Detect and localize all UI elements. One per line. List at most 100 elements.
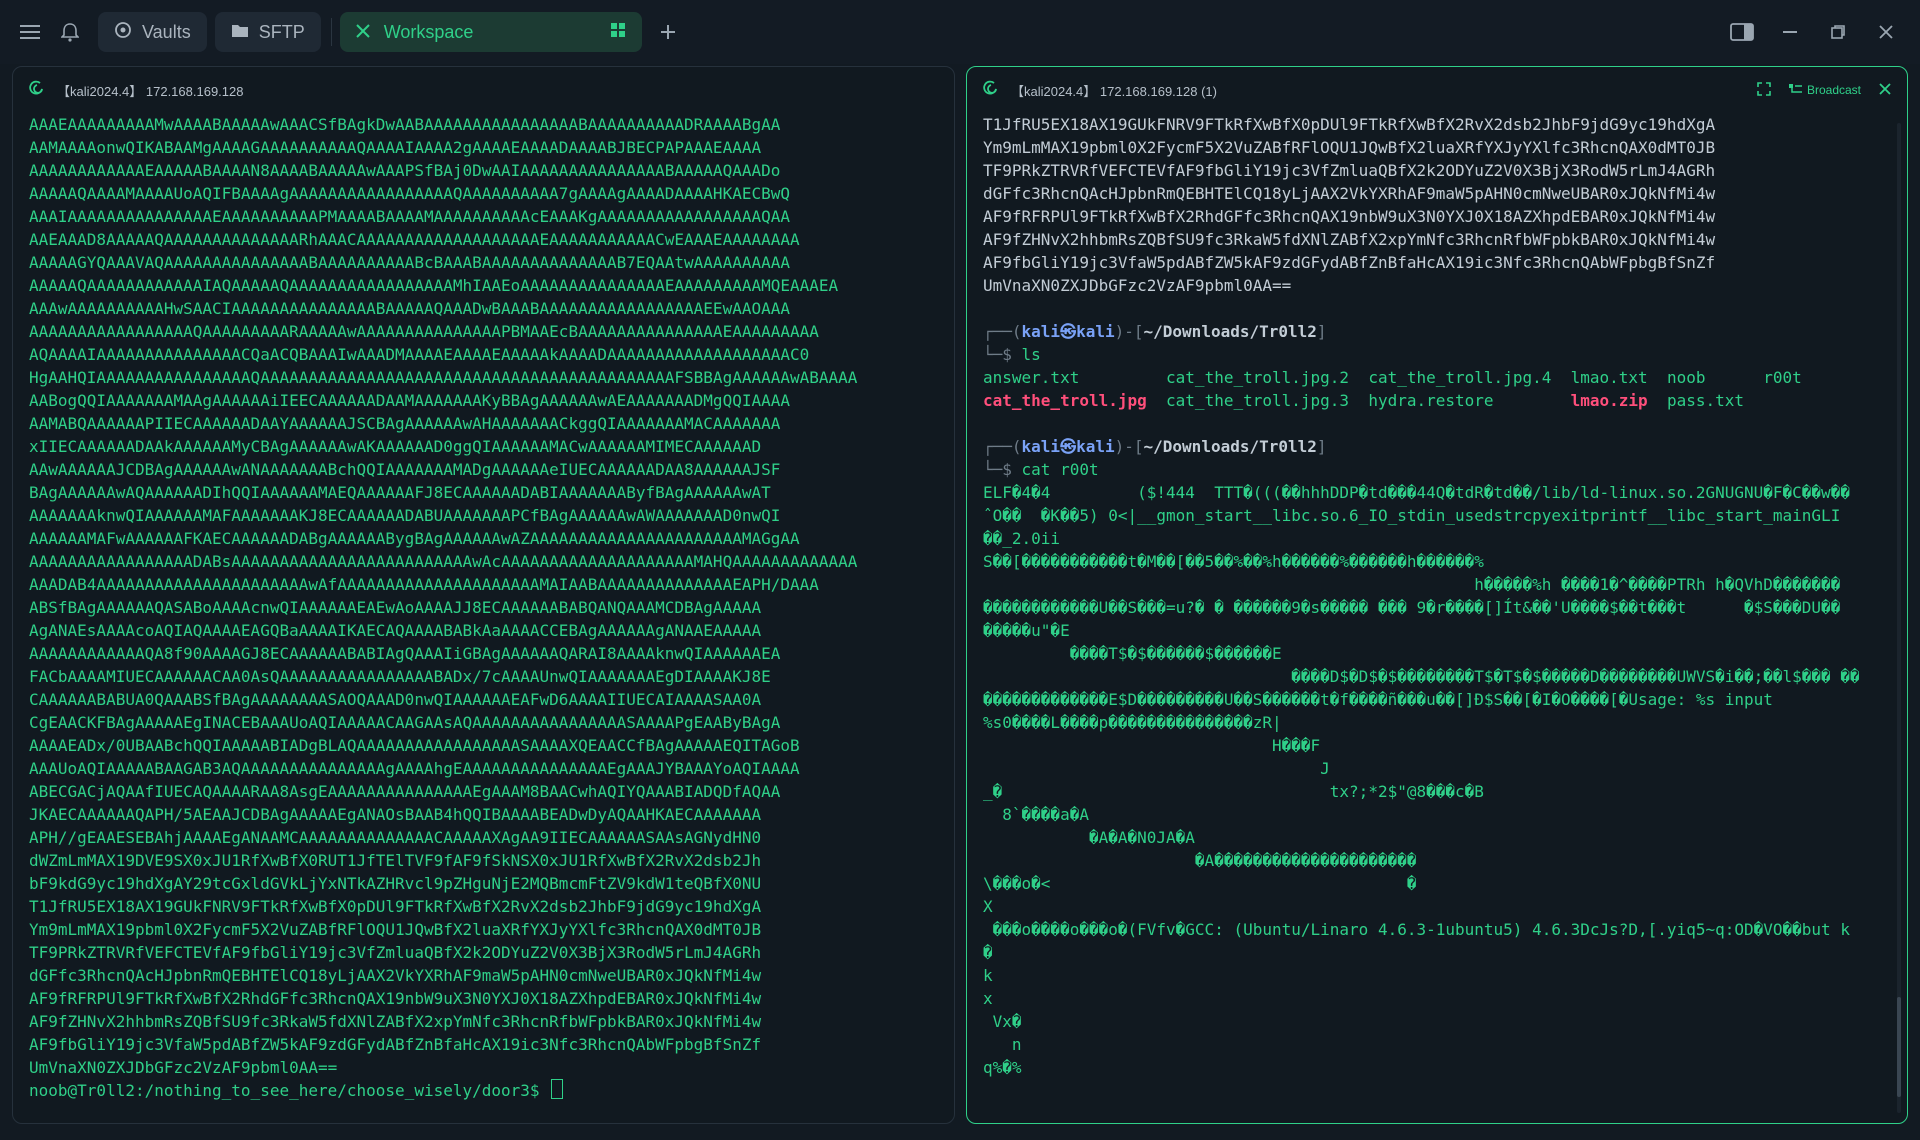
file-entry: lmao.txt (1570, 368, 1648, 387)
terminal-line: CgEAACKFBAgAAAAAEgINACEBAAAUoAQIAAAAACAA… (29, 713, 781, 732)
grid-layout-icon[interactable] (610, 22, 626, 43)
terminal-line: TF9PRkZTRVRfVEFCTEVfAF9fbGliY19jc3VfZmlu… (983, 161, 1716, 180)
prompt-line: ┌──(kali㉿kali)-[~/Downloads/Tr0ll2] (983, 320, 1891, 343)
terminal-line: AAAAAAAAAAAAQA8f90AAAAGJ8ECAAAAAABABIAgQ… (29, 644, 781, 663)
prompt-decoration: ┌──( (983, 322, 1022, 341)
terminal-line: AAMAAAAonwQIKABAAMgAAAAGAAAAAAAAAAQAAAAI… (29, 138, 762, 157)
text-cursor (551, 1079, 564, 1099)
terminal-line: FACbAAAAMIUECAAAAAACAA0AsQAAAAAAAAAAAAAA… (29, 667, 771, 686)
folder-icon (231, 22, 249, 43)
vault-icon (114, 21, 132, 44)
restore-icon[interactable] (1818, 12, 1858, 52)
tab-label: Workspace (383, 21, 474, 42)
close-window-icon[interactable] (1866, 12, 1906, 52)
tab-workspace[interactable]: Workspace (339, 12, 642, 52)
binary-line: �������������E$D���������U��S������t�f��… (983, 690, 1773, 709)
terminal-line: Ym9mLmMAX19pbml0X2FycmF5X2VuZABfRFlOQU1J… (983, 138, 1716, 157)
terminal-line: BAgAAAAAAwAQAAAAAADIhQQIAAAAAAMAEQAAAAAA… (29, 483, 771, 502)
terminal-line: AgANAEsAAAAcoAQIAQAAAAEAGQBaAAAAIKAECAQA… (29, 621, 762, 640)
pane-header: 【kali2024.4】 172.168.169.128 (13, 67, 954, 113)
binary-line: �A�A�N0JA�A (983, 828, 1195, 847)
terminal-line: AAAAAQAAAAAAAAAAAAIAQAAAAAQAAAAAAAAAAAAA… (29, 276, 839, 295)
prompt-decoration: └─$ (983, 460, 1022, 479)
binary-line: ˆO�� �K��5) 0<|__gmon_start__libc.so.6_I… (983, 506, 1841, 525)
close-icon[interactable] (356, 22, 370, 43)
terminal-line: UmVnaXN0ZXJDbGFzc2VzAF9pbml0AA== (29, 1058, 338, 1077)
minimize-icon[interactable] (1770, 12, 1810, 52)
terminal-output[interactable]: AAAEAAAAAAAAAMwAAAABAAAAAwAAACSfBAgkDwAA… (13, 113, 954, 1102)
binary-line: 8`����a�A (983, 805, 1089, 824)
terminal-line: AF9fZHNvX2hhbmRsZQBfSU9fc3RkaW5fdXNlZABf… (29, 1012, 762, 1031)
command-line: └─$ ls (983, 343, 1891, 366)
terminal-line: AF9fRFRPUl9FTkRfXwBfX2RhdGFfc3RhcnQAX19n… (983, 207, 1716, 226)
expand-icon[interactable] (1757, 81, 1771, 99)
close-pane-icon[interactable] (1879, 82, 1891, 98)
prompt-decoration: └─$ (983, 345, 1022, 364)
terminal-line: T1JfRU5EX18AX19GUkFNRV9FTkRfXwBfX0pDUl9F… (29, 897, 762, 916)
file-entry: r00t (1763, 368, 1802, 387)
file-entry: cat_the_troll.jpg.4 (1368, 368, 1552, 387)
terminal-line: AQAAAAIAAAAAAAAAAAAAAACQaACQBAAAIwAAADMA… (29, 345, 810, 364)
shell-prompt: noob@Tr0ll2:/nothing_to_see_here/choose_… (29, 1081, 550, 1100)
scrollbar-thumb[interactable] (1897, 997, 1901, 1097)
binary-line: ����D$�D$�$��������T$�T$�$�����D��������… (983, 667, 1860, 686)
ls-output-row: answer.txt cat_the_troll.jpg.2 cat_the_t… (983, 366, 1891, 389)
terminal-line: AF9fbGliY19jc3VfaW5pdABfZW5kAF9zdGFydABf… (983, 253, 1716, 272)
terminal-line: ABECGACjAQAAfIUECAQAAAARAA8AsgEAAAAAAAAA… (29, 782, 781, 801)
binary-line: � (983, 943, 993, 962)
pane-header: 【kali2024.4】 172.168.169.128 (1) Broadca… (967, 67, 1907, 113)
binary-line: _� tx?;*2$"@8���c�B (983, 782, 1484, 801)
file-entry: answer.txt (983, 368, 1080, 387)
binary-line: J (983, 759, 1330, 778)
terminal-line: AAAAAGYQAAAVAQAAAAAAAAAAAAAAABAAAAAAAAAA… (29, 253, 790, 272)
hamburger-menu-icon[interactable] (10, 12, 50, 52)
prompt-decoration: )-[ (1114, 437, 1144, 456)
tab-label: Vaults (142, 21, 191, 42)
terminal-line: AABogQQIAAAAAAAMAAgAAAAAAiIEECAAAAAADAAM… (29, 391, 790, 410)
binary-line: Vx� (983, 1012, 1022, 1031)
terminal-line: AAAAEADx/0UBAABchQQIAAAAABIADgBLAQAAAAAA… (29, 736, 800, 755)
command: cat (1021, 460, 1051, 479)
terminal-output[interactable]: T1JfRU5EX18AX19GUkFNRV9FTkRfXwBfX0pDUl9F… (967, 113, 1907, 1079)
binary-line: ELF�4�4 ($!444 TTT�(((��hhhDDP�td���44Q�… (983, 483, 1850, 502)
prompt-user: kali㉿kali (1021, 322, 1115, 341)
terminal-line: AAADAB4AAAAAAAAAAAAAAAAAAAAAAwAfAAAAAAAA… (29, 575, 819, 594)
terminal-line: AAEAAAD8AAAAAQAAAAAAAAAAAAAARhAAACAAAAAA… (29, 230, 800, 249)
scrollbar-track[interactable] (1897, 123, 1901, 1113)
prompt-user: kali㉿kali (1021, 437, 1115, 456)
binary-line: h�����%h ����1�^����PTRh h�QVhD������� (983, 575, 1841, 594)
tab-vaults[interactable]: Vaults (98, 12, 207, 52)
binary-line: �����u"�E (983, 621, 1070, 640)
terminal-pane-left[interactable]: 【kali2024.4】 172.168.169.128 AAAEAAAAAAA… (12, 66, 955, 1124)
terminal-pane-right[interactable]: 【kali2024.4】 172.168.169.128 (1) Broadca… (966, 66, 1908, 1124)
pane-title: 【kali2024.4】 172.168.169.128 (1) (1011, 83, 1217, 99)
terminal-line: AAAIAAAAAAAAAAAAAAAEAAAAAAAAAAPMAAAABAAA… (29, 207, 790, 226)
binary-line: x (983, 989, 993, 1008)
file-entry: pass.txt (1666, 391, 1745, 410)
debian-swirl-icon (29, 80, 45, 101)
terminal-line: bF9kdG9yc19hdXgAY29tcGxldGVkLjYxNTkAZHRv… (29, 874, 762, 893)
terminal-line: CAAAAAABABUA0QAAABSfBAgAAAAAAAASAOQAAAD0… (29, 690, 762, 709)
add-tab-icon[interactable] (648, 12, 688, 52)
prompt-decoration: ] (1316, 322, 1327, 341)
terminal-line: JKAECAAAAAAQAPH/5AEAAJCDBAgAAAAAEgANAOsB… (29, 805, 762, 824)
terminal-line: AAAAAAAAAAAAEAAAAABAAAAN8AAAABAAAAAwAAAP… (29, 161, 781, 180)
binary-line: k (983, 966, 993, 985)
toggle-sidebar-icon[interactable] (1722, 12, 1762, 52)
file-entry: noob (1666, 368, 1706, 387)
binary-line: H���F (983, 736, 1321, 755)
broadcast-button[interactable]: Broadcast (1788, 83, 1861, 98)
file-entry: cat_the_troll.jpg (983, 391, 1147, 410)
command: ls (1021, 345, 1041, 364)
terminal-line: dGFfc3RhcnQAcHJpbnRmQEBHTElCQ18yLjAAX2Vk… (983, 184, 1716, 203)
prompt-line: ┌──(kali㉿kali)-[~/Downloads/Tr0ll2] (983, 435, 1891, 458)
terminal-line: xIIECAAAAAADAAkAAAAAAMyCBAgAAAAAAwAKAAAA… (29, 437, 762, 456)
terminal-line: dWZmLmMAX19DVE9SX0xJU1RfXwBfX0RUT1JfTElT… (29, 851, 762, 870)
prompt-decoration: ┌──( (983, 437, 1022, 456)
terminal-line: UmVnaXN0ZXJDbGFzc2VzAF9pbml0AA== (983, 276, 1292, 295)
tab-sftp[interactable]: SFTP (214, 12, 321, 52)
file-entry: cat_the_troll.jpg.3 (1166, 391, 1350, 410)
terminal-line: AAAAAAAknwQIAAAAAAMAFAAAAAAAKJ8ECAAAAAAD… (29, 506, 781, 525)
bell-icon[interactable] (50, 12, 90, 52)
debian-swirl-icon (983, 80, 999, 101)
